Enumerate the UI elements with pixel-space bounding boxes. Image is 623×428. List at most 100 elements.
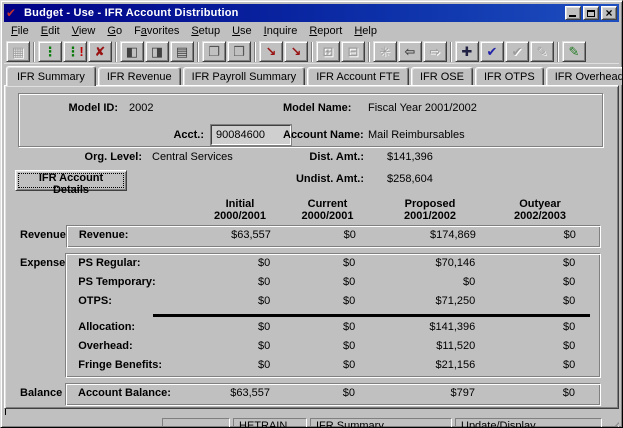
menu-help[interactable]: Help xyxy=(348,23,383,40)
section-label-balance: Balance xyxy=(8,383,65,406)
tab-ifr-otps[interactable]: IFR OTPS xyxy=(475,67,544,85)
section-box-expense: PS Regular:$0$0$70,146$0PS Temporary:$0$… xyxy=(65,253,601,378)
menu-view[interactable]: View xyxy=(66,23,102,40)
model-id-value: 2002 xyxy=(129,102,153,114)
caret-mark xyxy=(5,409,6,415)
tab-ifr-summary[interactable]: IFR Summary xyxy=(6,66,96,86)
copy-all-button[interactable]: ❒ xyxy=(227,41,251,62)
org-level-label: Org. Level: xyxy=(8,151,142,163)
menu-go[interactable]: Go xyxy=(101,23,128,40)
message-strip xyxy=(4,409,619,415)
row-value: $0 xyxy=(371,274,491,293)
subtotal-divider xyxy=(153,314,590,317)
traffic-light-alert-icon: ⋮ xyxy=(66,45,79,58)
export-alt-button[interactable]: ↘ xyxy=(284,41,308,62)
section-revenue: RevenueRevenue:$63,557$0$174,869$0 xyxy=(8,225,613,248)
model-name-label: Model Name: xyxy=(283,102,351,114)
confirm-all-button: ✔ xyxy=(505,41,529,62)
insert-row-icon: ◧ xyxy=(126,45,138,58)
app-window: ✔ Budget - Use - IFR Account Distributio… xyxy=(0,0,623,428)
export-alt-icon: ↘ xyxy=(291,45,302,58)
menu-setup[interactable]: Setup xyxy=(185,23,226,40)
undist-amt-value: $258,604 xyxy=(387,173,433,185)
model-name-value: Fiscal Year 2001/2002 xyxy=(368,102,477,114)
maximize-button[interactable] xyxy=(583,6,599,20)
table-row: Revenue:$63,557$0$174,869$0 xyxy=(67,227,600,246)
tab-ifr-ose[interactable]: IFR OSE xyxy=(411,67,473,85)
resize-grip[interactable] xyxy=(606,422,619,428)
traffic-light-alert-button[interactable]: ⋮! xyxy=(63,41,87,62)
section-box-revenue: Revenue:$63,557$0$174,869$0 xyxy=(66,225,601,248)
acct-input[interactable] xyxy=(211,125,291,145)
table-row: PS Temporary:$0$0$0$0 xyxy=(66,274,600,293)
app-icon: ✔ xyxy=(6,7,20,20)
row-value: $174,869 xyxy=(372,227,492,246)
row-value: $0 xyxy=(286,319,371,338)
window-title: Budget - Use - IFR Account Distribution xyxy=(24,7,563,19)
menu-edit[interactable]: Edit xyxy=(35,23,66,40)
menu-inquire[interactable]: Inquire xyxy=(258,23,304,40)
menu-report[interactable]: Report xyxy=(303,23,348,40)
close-button[interactable]: × xyxy=(601,6,617,20)
status-panel-page: IFR Summary xyxy=(310,418,452,428)
table-row: Overhead:$0$0$11,520$0 xyxy=(66,338,600,357)
row-value: $0 xyxy=(286,338,371,357)
section-label-revenue: Revenue xyxy=(8,225,66,248)
column-header-line1: Current xyxy=(285,198,370,210)
table-view-icon: ⊟ xyxy=(348,45,359,58)
copy-button[interactable]: ❐ xyxy=(202,41,226,62)
menu-file[interactable]: File xyxy=(5,23,35,40)
menu-use[interactable]: Use xyxy=(226,23,258,40)
header-spacer-cell xyxy=(65,197,195,222)
delete-icon: ✘ xyxy=(95,45,106,58)
tab-ifr-overhead[interactable]: IFR Overhead xyxy=(546,67,623,85)
ifr-account-details-button[interactable]: IFR Account Details xyxy=(15,170,127,191)
column-header-line2: 2001/2002 xyxy=(370,210,490,222)
close-icon: × xyxy=(605,8,612,18)
model-groupbox: Model ID: 2002 Model Name: Fiscal Year 2… xyxy=(18,93,603,147)
tab-ifr-account-fte[interactable]: IFR Account FTE xyxy=(307,67,409,85)
ifr-summary-panel: Model ID: 2002 Model Name: Fiscal Year 2… xyxy=(4,85,619,409)
insert-row-button[interactable]: ◧ xyxy=(120,41,144,62)
row-value: $0 xyxy=(196,293,286,312)
add-button[interactable]: ✚ xyxy=(455,41,479,62)
status-panel-system: HETRAIN xyxy=(233,418,307,428)
table-header-row: Initial2000/2001Current2000/2001Proposed… xyxy=(65,197,613,222)
row-value: $0 xyxy=(492,227,592,246)
traffic-light-button[interactable]: ⋮ xyxy=(38,41,62,62)
row-value: $797 xyxy=(371,385,491,404)
row-value: $0 xyxy=(491,385,591,404)
menu-bar: FileEditViewGoFavoritesSetupUseInquireRe… xyxy=(4,22,619,40)
confirm-button[interactable]: ✔ xyxy=(480,41,504,62)
row-value: $141,396 xyxy=(371,319,491,338)
confirm-all-icon: ✔ xyxy=(512,45,523,58)
highlight-pen-button[interactable]: ✎ xyxy=(562,41,586,62)
section-label-expense: Expense xyxy=(8,253,65,378)
toolbar-separator xyxy=(557,42,559,62)
section-box-balance: Account Balance:$63,557$0$797$0 xyxy=(65,383,601,406)
model-row: Model ID: 2002 Model Name: Fiscal Year 2… xyxy=(19,99,602,121)
minimize-button[interactable] xyxy=(565,6,581,20)
export-button[interactable]: ↘ xyxy=(259,41,283,62)
account-row: Acct.: Account Name: Mail Reimbursables xyxy=(19,126,602,148)
row-value: $0 xyxy=(196,255,286,274)
menu-favorites[interactable]: Favorites xyxy=(128,23,185,40)
row-label: Account Balance: xyxy=(66,385,196,404)
minimize-icon xyxy=(569,15,576,17)
toolbar-separator xyxy=(450,42,452,62)
row-value: $63,557 xyxy=(196,385,286,404)
column-header: Proposed2001/2002 xyxy=(370,197,490,222)
copy-icon: ❐ xyxy=(208,45,220,58)
add-row-button[interactable]: ◨ xyxy=(145,41,169,62)
row-value: $0 xyxy=(491,357,591,376)
back-arrow-button[interactable]: ⇦ xyxy=(398,41,422,62)
section-expense: ExpensePS Regular:$0$0$70,146$0PS Tempor… xyxy=(8,253,613,378)
row-label: PS Regular: xyxy=(66,255,196,274)
row-label: Allocation: xyxy=(66,319,196,338)
list-button[interactable]: ▤ xyxy=(170,41,194,62)
edit-pencil-icon: ✎ xyxy=(537,45,548,58)
tab-ifr-revenue[interactable]: IFR Revenue xyxy=(98,67,181,85)
delete-button[interactable]: ✘ xyxy=(88,41,112,62)
org-level-row: Org. Level: Central Services Dist. Amt.:… xyxy=(8,147,613,169)
tab-ifr-payroll-summary[interactable]: IFR Payroll Summary xyxy=(183,67,306,85)
